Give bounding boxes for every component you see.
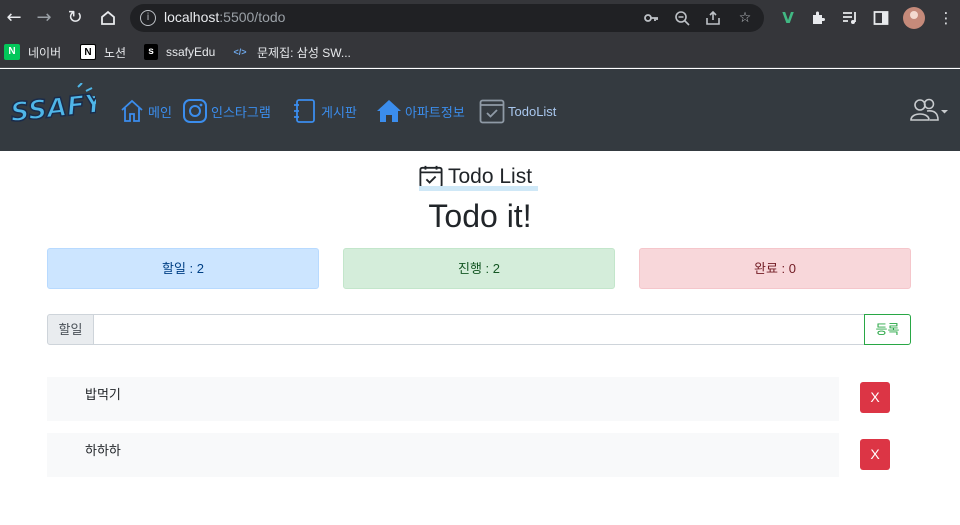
stat-todo-count: 할일 : 2	[47, 248, 319, 289]
bookmark-naver[interactable]: N 네이버	[4, 42, 61, 62]
naver-icon: N	[4, 44, 20, 60]
code-icon: </>	[233, 47, 247, 57]
heading-underline	[419, 186, 538, 191]
house-fill-icon	[377, 100, 401, 122]
reload-icon[interactable]: ↻	[63, 6, 87, 30]
nav-board[interactable]: 게시판	[292, 97, 357, 125]
more-menu-icon[interactable]: ⋮	[935, 7, 957, 29]
nav-instagram[interactable]: 인스타그램	[182, 97, 271, 125]
app-navbar: SSAFY 메인 인스타그램 게시판 아파트정보 TodoList	[0, 69, 960, 151]
zoom-icon[interactable]	[672, 8, 692, 28]
todo-input-label: 할일	[47, 314, 94, 345]
home-browser-icon[interactable]	[96, 6, 120, 30]
vue-devtools-icon[interactable]: V	[777, 7, 799, 29]
forward-icon[interactable]: →	[32, 6, 56, 30]
home-icon	[121, 99, 143, 122]
todo-item-text: 하하하	[85, 443, 121, 458]
todo-item-text: 밥먹기	[85, 387, 121, 402]
share-icon[interactable]	[703, 8, 723, 28]
calendar-check-icon	[479, 99, 505, 124]
bookmarks-bar: N 네이버 N 노션 s ssafyEdu </> 문제집: 삼성 SW...	[0, 36, 960, 68]
url-text: localhost:5500/todo	[164, 9, 286, 25]
site-info-icon[interactable]: i	[140, 10, 156, 26]
stat-done-count: 완료 : 0	[639, 248, 911, 289]
page-title: Todo it!	[428, 198, 532, 234]
instagram-icon	[183, 99, 207, 123]
todo-input-group: 할일 등록	[47, 314, 911, 345]
ssafy-icon: s	[144, 44, 158, 60]
profile-avatar[interactable]	[903, 7, 925, 29]
media-control-icon[interactable]	[839, 7, 861, 29]
todo-item[interactable]: 밥먹기	[47, 377, 839, 421]
bookmark-notion[interactable]: N 노션	[80, 42, 126, 62]
user-menu-dropdown[interactable]	[910, 97, 952, 123]
key-icon[interactable]	[641, 8, 661, 28]
todo-item[interactable]: 하하하	[47, 433, 839, 477]
svg-text:SSAFY: SSAFY	[9, 88, 96, 127]
back-icon[interactable]: ←	[2, 6, 26, 30]
bookmark-star-icon[interactable]: ☆	[735, 8, 755, 28]
stat-progress-count: 진행 : 2	[343, 248, 615, 289]
register-button[interactable]: 등록	[864, 314, 911, 345]
journal-icon	[294, 99, 315, 123]
browser-toolbar: ← → ↻ i localhost:5500/todo ☆ V ⋮	[0, 0, 960, 36]
delete-todo-button[interactable]: X	[860, 439, 890, 470]
bookmark-problems[interactable]: </> 문제집: 삼성 SW...	[231, 42, 350, 62]
side-panel-icon[interactable]	[870, 7, 892, 29]
address-bar[interactable]: i localhost:5500/todo ☆	[130, 4, 764, 32]
todo-input[interactable]	[93, 314, 865, 345]
nav-main[interactable]: 메인	[119, 97, 172, 125]
extensions-icon[interactable]	[807, 7, 829, 29]
notion-icon: N	[80, 44, 96, 60]
bookmark-ssafyedu[interactable]: s ssafyEdu	[144, 42, 215, 62]
people-icon	[910, 98, 948, 121]
nav-apartment[interactable]: 아파트정보	[376, 97, 465, 125]
delete-todo-button[interactable]: X	[860, 382, 890, 413]
ssafy-logo[interactable]: SSAFY	[8, 82, 109, 129]
nav-todolist[interactable]: TodoList	[479, 97, 556, 125]
